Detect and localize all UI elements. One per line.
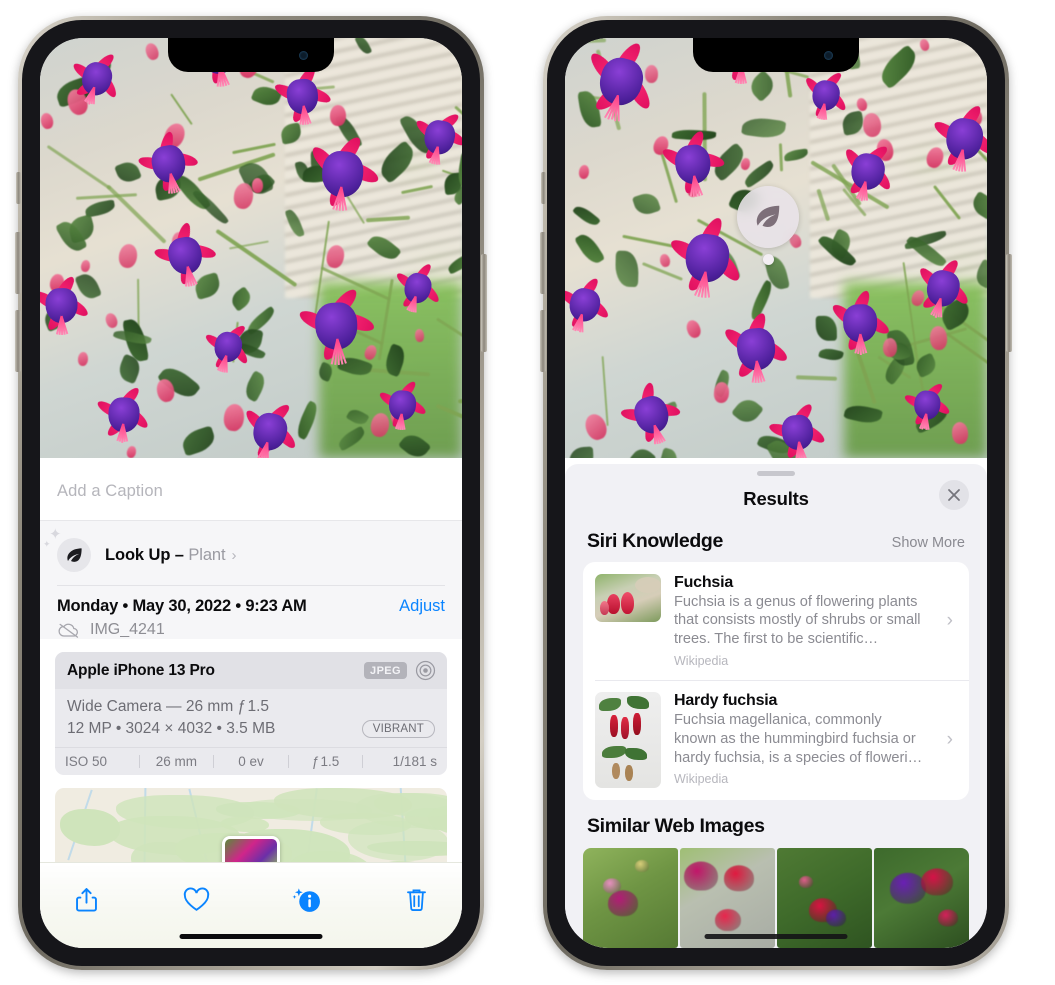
results-title: Results [743, 487, 809, 509]
heart-icon[interactable] [176, 879, 216, 919]
filename-row: IMG_4241 [57, 621, 445, 639]
visual-lookup-badge[interactable] [737, 186, 799, 265]
section-title: Siri Knowledge [587, 529, 723, 552]
result-text: Fuchsia Fuchsia is a genus of flowering … [674, 574, 934, 668]
web-image-thumbnail[interactable] [680, 848, 775, 948]
photo-viewer[interactable] [565, 38, 987, 458]
home-indicator [704, 934, 848, 939]
info-sparkle-icon[interactable] [286, 879, 326, 919]
cloud-off-icon [57, 622, 81, 639]
knowledge-list: Fuchsia Fuchsia is a genus of flowering … [583, 561, 969, 800]
results-header: Results [565, 476, 987, 522]
left-phone-mockup: Add a Caption ✦ ✦ Look Up – Plant › Mond… [15, 16, 487, 970]
notch [693, 38, 859, 72]
right-phone-screen: Results Siri Knowledge Show More Fuchsia… [565, 38, 987, 948]
close-icon[interactable] [939, 479, 969, 510]
format-badge: JPEG [364, 662, 407, 679]
front-camera [299, 51, 308, 60]
volume-up-button[interactable] [15, 232, 21, 294]
exif-stat-aperture: ƒ 1.5 [311, 754, 340, 769]
fuchsia-plant [40, 38, 462, 458]
filename-label: IMG_4241 [90, 621, 165, 638]
list-item[interactable]: Fuchsia Fuchsia is a genus of flowering … [583, 562, 969, 680]
share-icon[interactable] [66, 879, 106, 919]
exif-stats-row: ISO 50 26 mm 0 ev ƒ 1.5 1/181 s [55, 747, 447, 775]
home-indicator [179, 934, 323, 939]
result-title: Fuchsia [674, 573, 734, 591]
exif-card[interactable]: Apple iPhone 13 Pro JPEG Wide Camera — 2… [55, 652, 447, 775]
exif-header: Apple iPhone 13 Pro JPEG [55, 652, 447, 689]
photographic-style-badge: VIBRANT [361, 720, 435, 738]
lens-info: Wide Camera — 26 mm ƒ 1.5 [67, 698, 269, 715]
caption-field[interactable]: Add a Caption [40, 463, 462, 521]
siri-knowledge-header: Siri Knowledge Show More [565, 522, 987, 562]
exif-badges: JPEG [364, 660, 436, 681]
similar-web-images-row [565, 848, 987, 948]
chevron-right-icon: › [946, 609, 953, 631]
show-more-button[interactable]: Show More [892, 535, 965, 551]
date-row: Monday • May 30, 2022 • 9:23 AM Adjust [57, 597, 445, 616]
web-image-thumbnail[interactable] [583, 848, 678, 948]
result-description: Fuchsia is a genus of flowering plants t… [674, 593, 921, 648]
exif-stat-ev: 0 ev [238, 754, 264, 769]
caption-placeholder: Add a Caption [57, 482, 163, 500]
result-thumbnail [595, 692, 661, 788]
exif-stat-iso: ISO 50 [65, 754, 108, 769]
similar-web-images-header: Similar Web Images [565, 800, 987, 846]
lookup-section: ✦ ✦ Look Up – Plant › [40, 521, 462, 586]
look-up-label: Look Up – Plant [105, 545, 226, 565]
look-up-row[interactable]: ✦ ✦ Look Up – Plant › [43, 527, 445, 577]
notch [168, 38, 334, 72]
size-row: 12 MP • 3024 × 4032 • 3.5 MB VIBRANT [67, 720, 435, 738]
section-title: Similar Web Images [587, 815, 765, 837]
chevron-right-icon: › [946, 729, 953, 750]
result-text: Hardy fuchsia Fuchsia magellanica, commo… [674, 692, 934, 788]
silence-switch[interactable] [541, 172, 546, 204]
look-up-subject: Plant [188, 545, 226, 564]
screenshot-stage: Add a Caption ✦ ✦ Look Up – Plant › Mond… [0, 0, 1055, 985]
metadata-section: Monday • May 30, 2022 • 9:23 AM Adjust I… [40, 586, 462, 639]
photo-toolbar [40, 862, 462, 948]
list-item[interactable]: Hardy fuchsia Fuchsia magellanica, commo… [583, 680, 969, 800]
photo-viewer[interactable] [40, 38, 462, 458]
result-thumbnail [595, 573, 661, 622]
left-phone-screen: Add a Caption ✦ ✦ Look Up – Plant › Mond… [40, 38, 462, 948]
adjust-button[interactable]: Adjust [399, 597, 445, 616]
front-camera [824, 51, 833, 60]
right-phone-mockup: Results Siri Knowledge Show More Fuchsia… [540, 16, 1012, 970]
result-description: Fuchsia magellanica, commonly known as t… [674, 712, 923, 766]
volume-up-button[interactable] [540, 232, 546, 294]
camera-device-label: Apple iPhone 13 Pro [67, 661, 215, 679]
look-up-separator: – [170, 545, 189, 564]
map-photo-pin[interactable] [222, 836, 280, 862]
visual-lookup-results-sheet: Results Siri Knowledge Show More Fuchsia… [565, 463, 987, 948]
exif-body: Wide Camera — 26 mm ƒ 1.5 12 MP • 3024 ×… [55, 689, 447, 747]
silence-switch[interactable] [16, 172, 21, 204]
badge-anchor-dot [762, 254, 774, 265]
trash-icon[interactable] [396, 879, 436, 919]
exif-stat-focal: 26 mm [155, 754, 198, 769]
result-title: Hardy fuchsia [674, 692, 778, 709]
leaf-icon [57, 538, 91, 572]
capture-date: Monday • May 30, 2022 • 9:23 AM [57, 597, 307, 615]
power-button[interactable] [481, 254, 487, 352]
chevron-right-icon: › [231, 546, 237, 564]
volume-down-button[interactable] [15, 310, 21, 372]
web-image-thumbnail[interactable] [777, 848, 872, 948]
sparkle-small-icon: ✦ [43, 539, 51, 549]
result-source: Wikipedia [674, 772, 729, 787]
volume-down-button[interactable] [540, 310, 546, 372]
look-up-text: Look Up [105, 545, 171, 564]
power-button[interactable] [1006, 254, 1012, 352]
leaf-icon [756, 205, 780, 227]
web-image-thumbnail[interactable] [874, 848, 969, 948]
result-source: Wikipedia [674, 654, 729, 668]
exif-stat-shutter: 1/181 s [392, 754, 437, 769]
aperture-icon [415, 660, 436, 681]
resolution-info: 12 MP • 3024 × 4032 • 3.5 MB [67, 720, 276, 737]
location-map[interactable] [55, 788, 447, 862]
